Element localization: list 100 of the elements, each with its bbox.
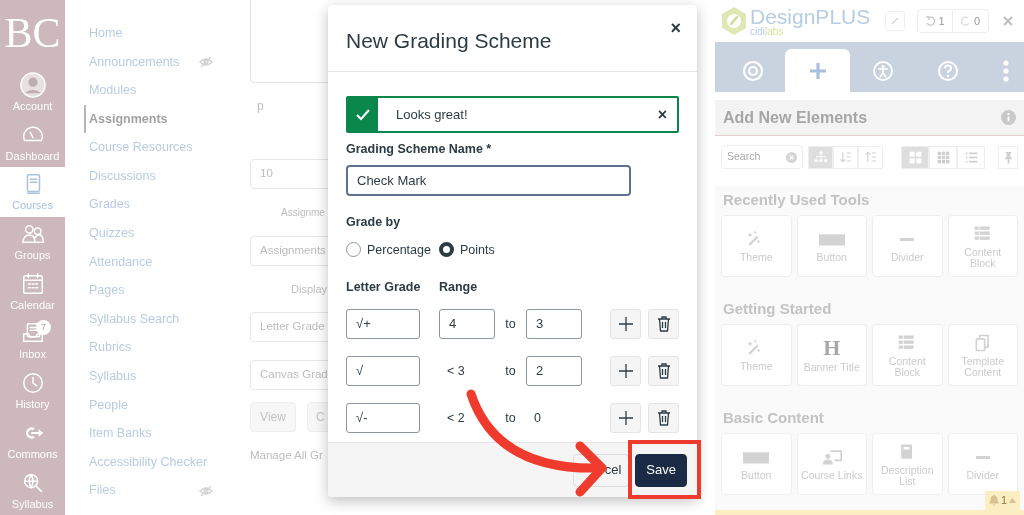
close-button[interactable]: ×: [657, 102, 667, 127]
close-button[interactable]: ×: [670, 15, 681, 42]
nav-item[interactable]: Inbox 7: [0, 316, 65, 366]
field-label: Grade by: [346, 213, 402, 231]
delete-button[interactable]: [648, 356, 679, 386]
dash-icon: [975, 455, 990, 459]
course-nav-link[interactable]: Grades: [84, 190, 214, 220]
tab[interactable]: [785, 49, 850, 92]
course-nav-link[interactable]: Pages: [84, 276, 214, 305]
more-options-icon[interactable]: [1002, 59, 1010, 82]
course-nav-link[interactable]: Files: [84, 476, 214, 506]
add-button[interactable]: [610, 403, 641, 433]
nav-item[interactable]: Dashboard: [0, 117, 65, 167]
course-nav-link[interactable]: Item Banks: [84, 419, 214, 448]
course-nav-link[interactable]: Home: [84, 19, 214, 48]
hierarchy-icon: [812, 149, 829, 165]
search-field[interactable]: Search: [721, 145, 803, 169]
large-grid-icon: [907, 149, 923, 165]
view-button[interactable]: [957, 145, 985, 169]
nav-item[interactable]: Groups: [0, 216, 65, 267]
trash-icon: [656, 316, 671, 332]
sort-up-icon: [862, 149, 879, 165]
to-label: to: [505, 409, 516, 427]
alert-message: Looks great!: [396, 105, 468, 124]
course-nav-link[interactable]: Syllabus: [84, 362, 214, 391]
course-nav-link[interactable]: Rubrics: [84, 333, 214, 363]
logo-text[interactable]: BC: [0, 0, 65, 68]
redo-button[interactable]: 0: [953, 10, 988, 32]
view-button[interactable]: [901, 145, 929, 169]
text-input[interactable]: Check Mark: [346, 164, 631, 196]
section-title: Add New Elements: [723, 107, 868, 128]
notification-badge[interactable]: 1: [984, 491, 1020, 510]
bell-icon: [988, 495, 999, 506]
letter-icon: H: [823, 337, 841, 359]
delete-button[interactable]: [648, 309, 679, 339]
link[interactable]: Manage All Gr: [250, 447, 323, 465]
course-nav-link[interactable]: Course Resources: [84, 133, 214, 162]
sort-button[interactable]: [833, 145, 858, 169]
radio-option[interactable]: Points: [438, 240, 495, 260]
field-label: Grading Scheme Name *: [346, 141, 493, 158]
course-nav-link[interactable]: Attendance: [84, 247, 214, 277]
target-icon: [741, 59, 764, 82]
course-nav-link[interactable]: Assignments: [84, 104, 214, 134]
sort-button[interactable]: [858, 145, 883, 169]
trash-icon: [656, 410, 671, 426]
column-header: Range: [439, 279, 478, 297]
close-icon[interactable]: [1002, 15, 1014, 27]
avatar: [19, 71, 46, 98]
paragraph-label: p: [257, 98, 264, 115]
trash-icon: [656, 363, 671, 379]
dash-icon: [900, 237, 915, 241]
radio-option[interactable]: Percentage: [346, 240, 431, 260]
radio-button[interactable]: [346, 242, 361, 258]
hexagon-logo-icon: [720, 6, 748, 36]
info-icon[interactable]: [1001, 110, 1016, 125]
nav-item[interactable]: Courses: [0, 167, 65, 217]
help-icon: [936, 59, 959, 82]
course-nav-link[interactable]: Accessibility Checker: [84, 447, 214, 477]
undo-button[interactable]: 1: [918, 10, 953, 32]
text-input[interactable]: √-: [346, 403, 420, 433]
to-label: to: [505, 315, 516, 333]
nav-item[interactable]: Commons: [0, 415, 65, 466]
nav-item[interactable]: Syllabus: [0, 465, 65, 515]
range-text: < 2: [447, 409, 465, 427]
course-nav-link[interactable]: People: [84, 390, 214, 420]
course-nav-link[interactable]: Announcements: [84, 47, 214, 77]
text-input[interactable]: √: [346, 356, 420, 386]
button[interactable]: Save: [635, 453, 687, 487]
pin-button[interactable]: [998, 145, 1018, 169]
range-text: < 3: [447, 362, 465, 380]
dialog-title: New Grading Scheme: [346, 28, 552, 54]
sort-button[interactable]: [808, 145, 833, 169]
small-grid-icon: [935, 149, 951, 165]
accessibility-icon: [871, 59, 894, 82]
nav-item[interactable]: Calendar: [0, 266, 65, 317]
text-input[interactable]: 3: [526, 309, 582, 339]
course-nav-link[interactable]: Modules: [84, 76, 214, 105]
field-label: Display: [291, 281, 328, 297]
check-icon: [356, 108, 370, 121]
text-input[interactable]: √+: [346, 309, 420, 339]
logo-subtext: labs: [765, 26, 784, 37]
expand-icon[interactable]: [885, 11, 905, 31]
range-text: 0: [534, 409, 541, 427]
clear-icon[interactable]: [786, 151, 797, 163]
logo-subtext: cidi: [750, 26, 765, 37]
add-button[interactable]: [610, 356, 641, 386]
add-button[interactable]: [610, 309, 641, 339]
course-nav-link[interactable]: Discussions: [84, 161, 214, 191]
delete-button[interactable]: [648, 403, 679, 433]
view-button[interactable]: [929, 145, 957, 169]
nav-item[interactable]: History: [0, 365, 65, 416]
text-input[interactable]: 2: [526, 356, 582, 386]
pin-icon: [1002, 150, 1014, 164]
radio-button[interactable]: [438, 242, 454, 258]
person-screen-icon: [821, 447, 842, 467]
nav-item[interactable]: Account: [0, 67, 65, 118]
text-input[interactable]: 4: [439, 309, 495, 339]
course-nav-link[interactable]: Quizzes: [84, 219, 214, 248]
count-badge: 7: [36, 320, 51, 336]
course-nav-link[interactable]: Syllabus Search: [84, 304, 214, 334]
